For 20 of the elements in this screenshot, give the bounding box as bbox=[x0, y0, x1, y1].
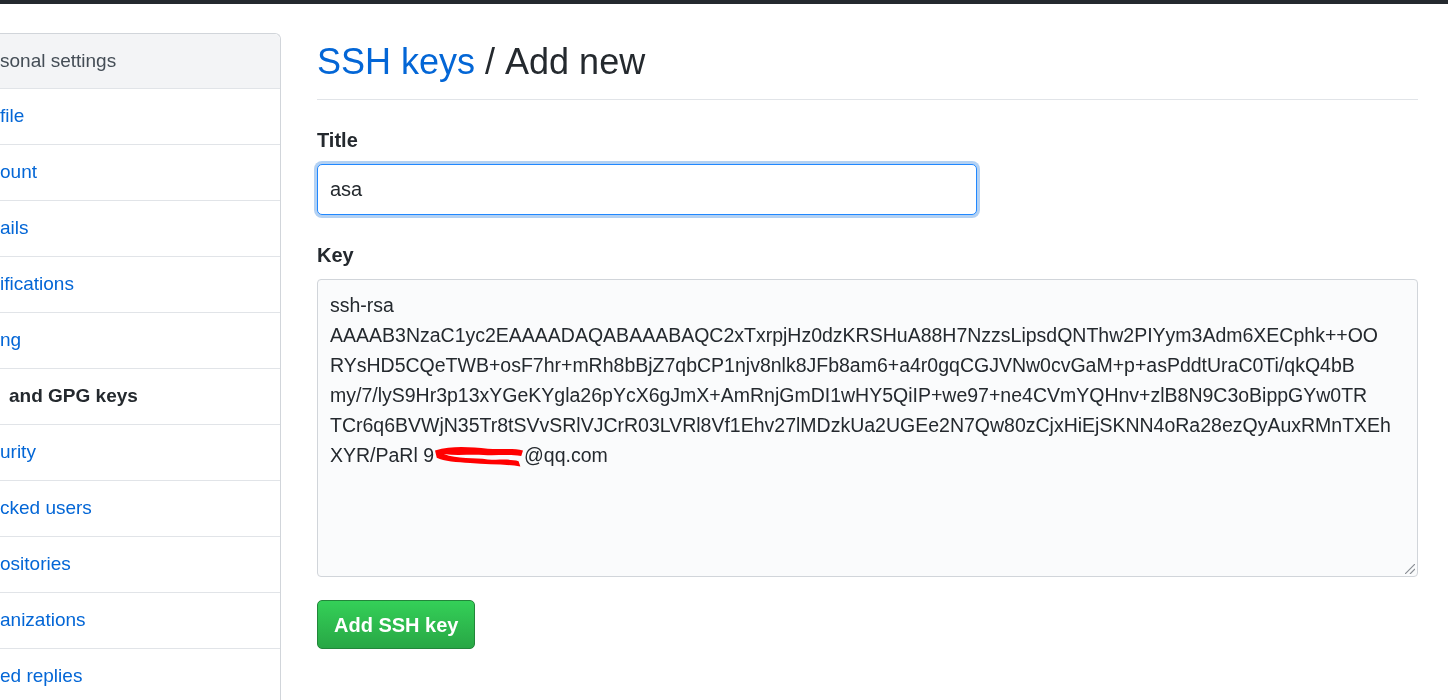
sidebar-item[interactable]: anizations bbox=[0, 606, 86, 635]
breadcrumb-separator: / bbox=[485, 40, 496, 84]
page-title: Add new bbox=[505, 40, 646, 84]
sidebar-heading: sonal settings bbox=[0, 48, 117, 73]
sidebar-item[interactable]: ositories bbox=[0, 550, 71, 579]
field-label: Key bbox=[317, 243, 354, 268]
sidebar-item[interactable]: urity bbox=[0, 438, 36, 467]
sidebar-item[interactable]: ifications bbox=[0, 270, 74, 299]
sidebar-item[interactable]: ed replies bbox=[0, 662, 83, 691]
sidebar-item[interactable]: file bbox=[0, 102, 25, 131]
field-label: Title bbox=[317, 128, 358, 153]
sidebar-item[interactable]: ails bbox=[0, 214, 29, 243]
title-input[interactable]: asa bbox=[317, 164, 977, 215]
sidebar-item[interactable]: ount bbox=[0, 158, 37, 187]
key-textarea[interactable]: ssh-rsa AAAAB3NzaC1yc2EAAAADAQABAAABAQC2xTxrpjHz0dzKRSHuA88H7NzzsLipsdQNThw2PIYym3Adm6XECphk++OO RYsHD5CQeTWB+osF7hr+mRh8bBjZ7qbCP1njv8nlk8JFb8am6+a4r0gqCGJVNw0cvGaM+p+asPddtUraC0Ti/qkQ4bB my/7/lyS9Hr3p13xYGeKYgla26pYcX6gJmX+AmRnjGmDI1wHY5QiIP+we97+ne4CVmYQHnv+zlB8N9C3oBippGYw0TR TCr6q6BVWjN35Tr8tSVvSRlVJCrR03LVRl8Vf1Ehv27lMDzkUa2UGEe2N7Qw80zCjxHiEjSKNN4oRa28ezQyAuxRMnTXEh XYR/PaRl 9 @qq.com bbox=[317, 279, 1418, 577]
resize-grip-icon[interactable] bbox=[1405, 564, 1415, 574]
breadcrumb-link[interactable]: SSH keys bbox=[317, 39, 476, 84]
sidebar-item[interactable]: ng bbox=[0, 326, 22, 355]
sidebar-item[interactable]: cked users bbox=[0, 494, 92, 523]
sidebar-item[interactable]: and GPG keys bbox=[0, 382, 138, 411]
